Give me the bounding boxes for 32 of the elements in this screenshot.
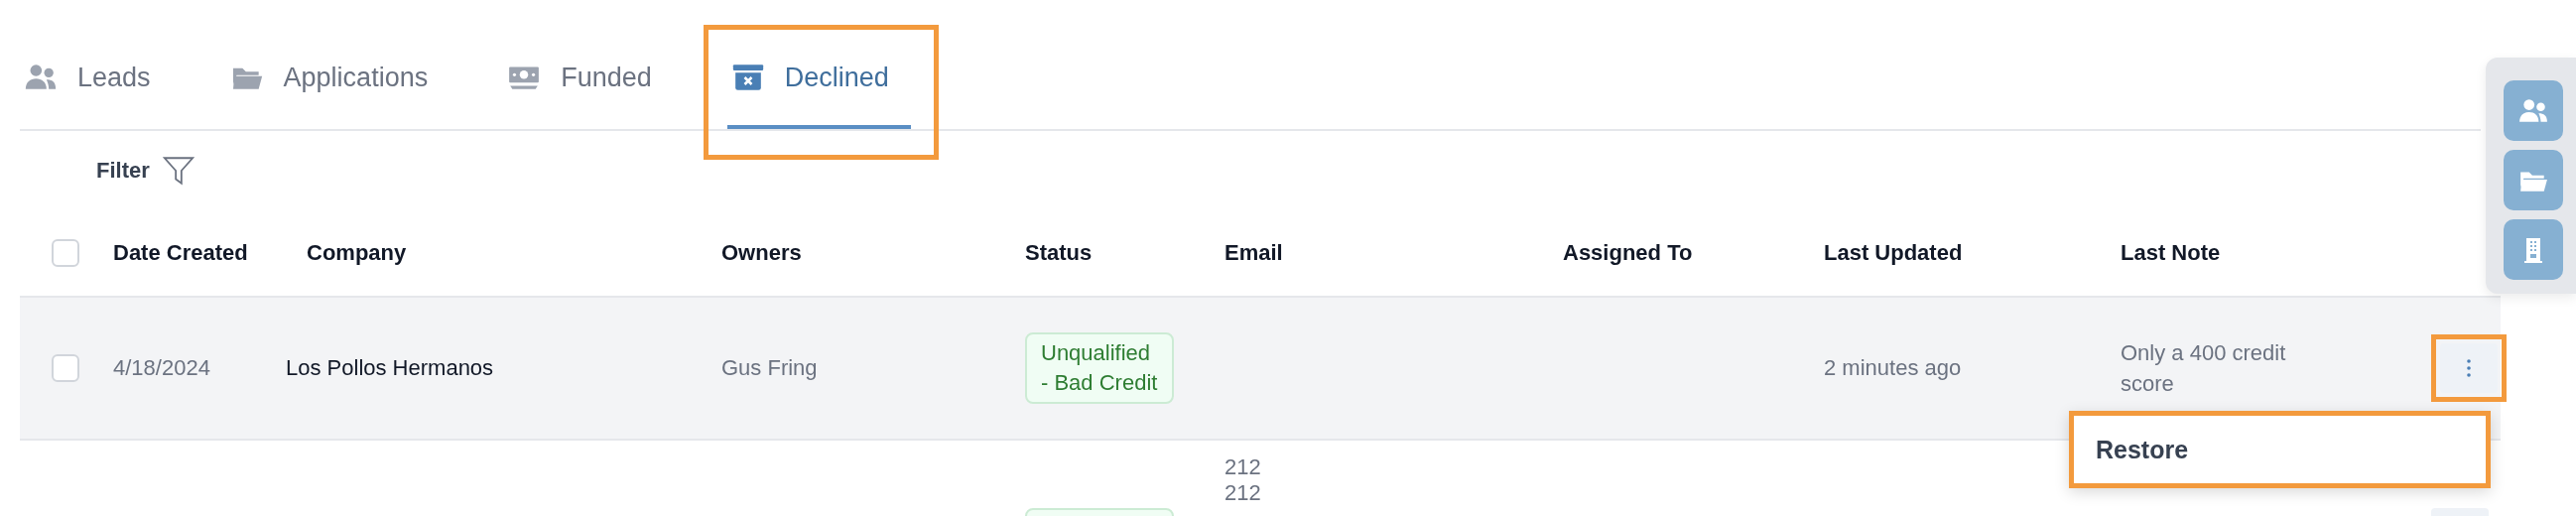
dock-button[interactable] — [2504, 80, 2563, 141]
filter-button[interactable]: Filter — [96, 154, 195, 188]
date-text: 4/18/2024 — [113, 355, 210, 381]
column-header[interactable]: Email — [1224, 240, 1283, 266]
status-badge: Unqualified - Bad Credit — [1025, 332, 1174, 404]
money-bill-icon — [507, 64, 542, 91]
tab[interactable]: Declined — [726, 30, 911, 129]
column-header[interactable]: Company — [307, 240, 407, 266]
checkbox[interactable] — [52, 354, 79, 382]
tab[interactable]: Funded — [503, 30, 674, 129]
column-header[interactable]: Last Note — [2121, 240, 2221, 266]
people-icon — [24, 64, 58, 91]
column-header[interactable]: Status — [1025, 240, 1093, 266]
more-button[interactable] — [2440, 343, 2498, 393]
more-icon — [2466, 358, 2472, 378]
column-header[interactable]: Date Created — [113, 240, 248, 266]
column-header[interactable]: Owners — [721, 240, 802, 266]
dock-button[interactable] — [2504, 150, 2563, 210]
email-text: 212 212 — [1224, 454, 1262, 506]
tab[interactable]: Leads — [20, 30, 173, 129]
people-icon — [2518, 96, 2548, 125]
column-header[interactable]: Assigned To — [1563, 240, 1693, 266]
updated-time: 2 minutes ago — [1824, 355, 1962, 381]
tab[interactable]: Applications — [225, 30, 451, 129]
company-name: Los Pollos Hermanos — [286, 355, 494, 381]
column-header[interactable]: Last Updated — [1824, 240, 1963, 266]
archive-box-icon — [730, 64, 765, 91]
note-text: Only a 400 credit score — [2121, 339, 2287, 398]
owner-name: Gus Fring — [721, 355, 818, 381]
checkbox[interactable] — [52, 239, 79, 267]
filter-icon — [161, 154, 195, 188]
dock-button[interactable] — [2504, 219, 2563, 280]
